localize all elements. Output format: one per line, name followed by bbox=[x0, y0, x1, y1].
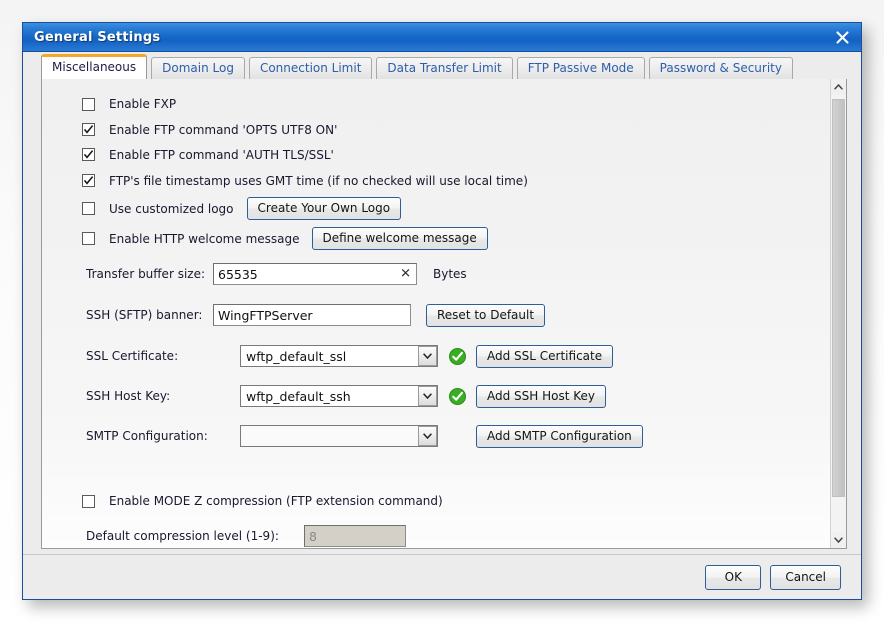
checkbox-enable-http-welcome[interactable] bbox=[82, 232, 95, 245]
transfer-buffer-size-input[interactable] bbox=[213, 263, 417, 285]
tab-data-transfer-limit[interactable]: Data Transfer Limit bbox=[376, 57, 513, 79]
row-ssl-certificate: SSL Certificate: wftp_default_ssl Add SS… bbox=[42, 336, 830, 376]
scroll-down-icon[interactable] bbox=[831, 532, 846, 548]
scrollbar-track[interactable] bbox=[831, 95, 846, 532]
chevron-down-icon[interactable] bbox=[418, 426, 437, 446]
tab-strip: Miscellaneous Domain Log Connection Limi… bbox=[23, 52, 861, 79]
scrollbar-thumb[interactable] bbox=[832, 99, 845, 497]
row-enable-auth-tls: Enable FTP command 'AUTH TLS/SSL' bbox=[42, 142, 830, 167]
tab-label: Domain Log bbox=[162, 61, 234, 75]
reset-to-default-button[interactable]: Reset to Default bbox=[426, 303, 546, 327]
cancel-button[interactable]: Cancel bbox=[770, 564, 841, 590]
row-gmt-timestamp: FTP's file timestamp uses GMT time (if n… bbox=[42, 167, 830, 194]
settings-panel-container: Enable FXP Enable FTP command 'OPTS UTF8… bbox=[41, 78, 847, 549]
row-ssh-host-key: SSH Host Key: wftp_default_ssh Add SSH H… bbox=[42, 376, 830, 416]
dialog-title: General Settings bbox=[34, 29, 161, 45]
tab-ftp-passive-mode[interactable]: FTP Passive Mode bbox=[516, 57, 645, 79]
add-smtp-configuration-button[interactable]: Add SMTP Configuration bbox=[476, 424, 643, 448]
tab-domain-log[interactable]: Domain Log bbox=[151, 57, 245, 79]
row-default-compression-level: Default compression level (1-9): 8 bbox=[42, 524, 830, 548]
row-http-welcome: Enable HTTP welcome message Define welco… bbox=[42, 223, 830, 254]
tab-label: FTP Passive Mode bbox=[527, 61, 634, 75]
label-enable-http-welcome: Enable HTTP welcome message bbox=[109, 231, 300, 246]
tab-password-security[interactable]: Password & Security bbox=[648, 57, 793, 79]
row-enable-opts-utf8: Enable FTP command 'OPTS UTF8 ON' bbox=[42, 117, 830, 142]
dialog-footer: OK Cancel bbox=[23, 554, 861, 599]
create-your-own-logo-button[interactable]: Create Your Own Logo bbox=[246, 197, 402, 220]
tab-label: Password & Security bbox=[659, 61, 782, 75]
check-circle-icon-ssh bbox=[449, 387, 466, 405]
dialog-titlebar[interactable]: General Settings bbox=[23, 23, 861, 52]
label-use-customized-logo: Use customized logo bbox=[109, 201, 234, 216]
close-icon[interactable] bbox=[831, 26, 853, 48]
row-mode-z-compression: Enable MODE Z compression (FTP extension… bbox=[42, 489, 830, 513]
row-enable-fxp: Enable FXP bbox=[42, 91, 830, 117]
label-enable-auth-tls: Enable FTP command 'AUTH TLS/SSL' bbox=[109, 147, 334, 162]
label-enable-fxp: Enable FXP bbox=[109, 97, 177, 111]
tab-label: Miscellaneous bbox=[52, 60, 137, 74]
add-ssh-host-key-button[interactable]: Add SSH Host Key bbox=[476, 384, 607, 408]
row-ssh-banner: SSH (SFTP) banner: Reset to Default bbox=[42, 294, 830, 336]
row-smtp-configuration: SMTP Configuration: Add SMTP Configurati… bbox=[42, 416, 830, 456]
label-ssh-host-key: SSH Host Key: bbox=[86, 389, 171, 403]
ssh-host-key-value: wftp_default_ssh bbox=[246, 388, 351, 404]
checkbox-use-customized-logo[interactable] bbox=[82, 202, 95, 215]
label-default-compression-level: Default compression level (1-9): bbox=[86, 529, 279, 543]
label-gmt-timestamp: FTP's file timestamp uses GMT time (if n… bbox=[109, 173, 528, 188]
row-transfer-buffer-size: Transfer buffer size: ✕ Bytes bbox=[42, 254, 830, 294]
scroll-up-icon[interactable] bbox=[831, 79, 846, 95]
checkbox-enable-mode-z[interactable] bbox=[82, 494, 95, 508]
add-ssl-certificate-button[interactable]: Add SSL Certificate bbox=[476, 344, 614, 368]
ok-button[interactable]: OK bbox=[705, 564, 762, 590]
checkbox-enable-opts-utf8[interactable] bbox=[82, 123, 95, 136]
smtp-configuration-select[interactable] bbox=[240, 425, 438, 447]
row-customized-logo: Use customized logo Create Your Own Logo bbox=[42, 194, 830, 223]
default-compression-level-input: 8 bbox=[304, 525, 406, 547]
chevron-down-icon[interactable] bbox=[418, 386, 437, 406]
check-circle-icon-ssl bbox=[449, 347, 466, 365]
label-enable-mode-z: Enable MODE Z compression (FTP extension… bbox=[109, 494, 443, 508]
ssh-host-key-select[interactable]: wftp_default_ssh bbox=[240, 385, 438, 407]
tab-miscellaneous[interactable]: Miscellaneous bbox=[41, 54, 148, 79]
ssl-certificate-value: wftp_default_ssl bbox=[246, 348, 347, 364]
chevron-down-icon[interactable] bbox=[418, 346, 437, 366]
define-welcome-message-button[interactable]: Define welcome message bbox=[311, 227, 488, 250]
tab-label: Connection Limit bbox=[259, 61, 362, 75]
label-ssl-certificate: SSL Certificate: bbox=[86, 349, 179, 363]
checkbox-enable-auth-tls[interactable] bbox=[82, 148, 95, 161]
checkbox-enable-fxp[interactable] bbox=[82, 97, 95, 111]
checkbox-gmt-timestamp[interactable] bbox=[82, 174, 95, 187]
ssh-banner-input[interactable] bbox=[213, 304, 411, 326]
tab-connection-limit[interactable]: Connection Limit bbox=[248, 57, 373, 79]
clear-icon[interactable]: ✕ bbox=[400, 268, 411, 281]
general-settings-dialog: General Settings Miscellaneous Domain Lo… bbox=[22, 22, 862, 600]
label-enable-opts-utf8: Enable FTP command 'OPTS UTF8 ON' bbox=[109, 122, 338, 137]
miscellaneous-panel: Enable FXP Enable FTP command 'OPTS UTF8… bbox=[42, 79, 830, 548]
label-transfer-buffer-size: Transfer buffer size: bbox=[86, 267, 205, 281]
transfer-buffer-size-field-wrap: ✕ bbox=[213, 263, 417, 285]
label-smtp-configuration: SMTP Configuration: bbox=[86, 429, 208, 443]
label-ssh-banner: SSH (SFTP) banner: bbox=[86, 308, 203, 322]
ssl-certificate-select[interactable]: wftp_default_ssl bbox=[240, 345, 438, 367]
label-bytes-unit: Bytes bbox=[433, 267, 467, 281]
panel-scrollbar[interactable] bbox=[830, 79, 846, 548]
tab-label: Data Transfer Limit bbox=[387, 61, 502, 75]
